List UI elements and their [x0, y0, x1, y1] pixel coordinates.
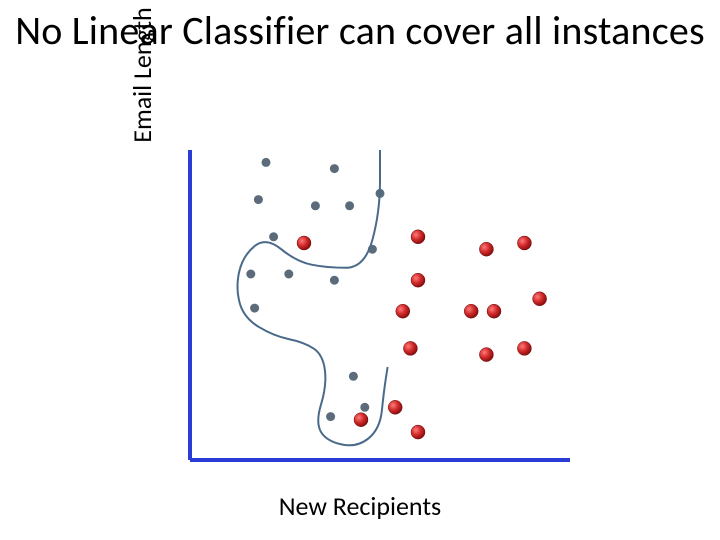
data-point	[360, 403, 369, 412]
series-class-b	[297, 230, 547, 439]
data-point	[330, 276, 339, 285]
data-point	[254, 195, 263, 204]
data-point	[330, 164, 339, 173]
data-point	[311, 201, 320, 210]
data-point	[479, 348, 493, 362]
decision-boundary-curve	[238, 150, 388, 445]
slide: No Linear Classifier can cover all insta…	[0, 0, 720, 540]
data-point	[262, 158, 271, 167]
data-point	[411, 273, 425, 287]
data-point	[411, 425, 425, 439]
page-title: No Linear Classifier can cover all insta…	[0, 8, 720, 54]
data-point	[297, 236, 311, 250]
series-class-a	[246, 158, 384, 421]
scatter-plot	[130, 150, 590, 490]
data-point	[388, 400, 402, 414]
data-point	[354, 413, 368, 427]
data-point	[349, 372, 358, 381]
data-point	[517, 236, 531, 250]
data-point	[345, 201, 354, 210]
data-point	[396, 304, 410, 318]
data-point	[487, 304, 501, 318]
data-point	[464, 304, 478, 318]
data-point	[284, 270, 293, 279]
plot-svg	[130, 150, 590, 490]
data-point	[326, 412, 335, 421]
data-point	[533, 292, 547, 306]
data-point	[250, 304, 259, 313]
data-point	[479, 242, 493, 256]
data-point	[403, 341, 417, 355]
data-point	[269, 232, 278, 241]
data-point	[246, 270, 255, 279]
data-point	[517, 341, 531, 355]
data-point	[411, 230, 425, 244]
x-axis-label: New Recipients	[210, 490, 510, 522]
